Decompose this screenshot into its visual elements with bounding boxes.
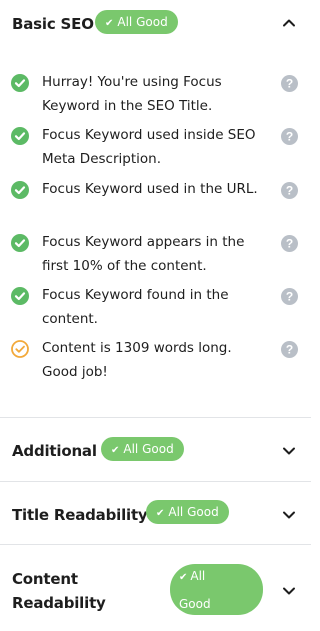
question-circle-icon[interactable]: ? [281, 288, 298, 305]
chevron-up-icon[interactable] [281, 15, 297, 31]
chevron-down-icon[interactable] [281, 583, 297, 599]
additional-badge-label: All Good [123, 442, 174, 456]
checklist-item-text: Focus Keyword found in the content. [42, 287, 229, 327]
content-readability-title: Content Readability [12, 567, 106, 615]
content-readability-title-line2: Readability [12, 594, 106, 612]
seo-analysis-panel: Basic SEO ✔ All Good Hurray! You're using… [0, 0, 311, 631]
question-circle-icon[interactable]: ? [281, 128, 298, 145]
check-circle-outline-icon [11, 340, 29, 358]
content-readability-badge-line2: Good [179, 597, 211, 611]
question-circle-icon[interactable]: ? [281, 341, 298, 358]
title-readability-header[interactable]: Title Readability ✔ All Good [0, 482, 311, 544]
content-readability-badge-line1: All [190, 569, 206, 583]
check-circle-icon [11, 234, 29, 252]
checklist-item-text: Content is 1309 words long. Good job! [42, 340, 232, 380]
title-readability-badge-label: All Good [168, 505, 219, 519]
check-circle-icon [11, 74, 29, 92]
question-circle-icon[interactable]: ? [281, 182, 298, 199]
content-readability-title-line1: Content [12, 570, 78, 588]
check-icon: ✔ [179, 572, 188, 583]
checklist-item: Focus Keyword found in the content.? [0, 285, 311, 333]
basic-seo-status-badge: ✔ All Good [95, 10, 178, 34]
svg-text:?: ? [286, 290, 293, 304]
additional-title: Additional [12, 442, 97, 460]
question-circle-icon[interactable]: ? [281, 75, 298, 92]
basic-seo-header[interactable]: Basic SEO ✔ All Good [0, 0, 311, 48]
content-readability-status-badge: ✔ All Good [170, 564, 263, 615]
svg-text:?: ? [286, 184, 293, 198]
basic-seo-title: Basic SEO [12, 15, 94, 33]
chevron-down-icon[interactable] [281, 443, 297, 459]
svg-text:?: ? [286, 237, 293, 251]
title-readability-status-badge: ✔ All Good [146, 500, 229, 524]
checklist-item: Focus Keyword appears in the first 10% o… [0, 232, 311, 280]
svg-text:?: ? [286, 343, 293, 357]
checklist-item-text: Focus Keyword used inside SEO Meta Descr… [42, 127, 256, 167]
additional-status-badge: ✔ All Good [101, 437, 184, 461]
basic-seo-badge-label: All Good [117, 15, 168, 29]
question-circle-icon[interactable]: ? [281, 235, 298, 252]
content-readability-header[interactable]: Content Readability [0, 545, 311, 631]
checklist-item: Content is 1309 words long. Good job!? [0, 338, 311, 386]
check-circle-icon [11, 127, 29, 145]
title-readability-title: Title Readability [12, 506, 148, 524]
checklist-item-text: Hurray! You're using Focus Keyword in th… [42, 74, 222, 114]
svg-text:?: ? [286, 130, 293, 144]
check-circle-icon [11, 181, 29, 199]
check-circle-icon [11, 287, 29, 305]
checklist-item-text: Focus Keyword used in the URL. [42, 181, 258, 197]
svg-text:?: ? [286, 77, 293, 91]
checklist-item-text: Focus Keyword appears in the first 10% o… [42, 234, 245, 274]
check-icon: ✔ [156, 508, 165, 519]
checklist-item: Focus Keyword used inside SEO Meta Descr… [0, 125, 311, 173]
check-icon: ✔ [111, 445, 120, 456]
chevron-down-icon[interactable] [281, 507, 297, 523]
checklist-item: Focus Keyword used in the URL.? [0, 179, 311, 227]
checklist-item: Hurray! You're using Focus Keyword in th… [0, 72, 311, 120]
check-icon: ✔ [105, 18, 114, 29]
additional-header[interactable]: Additional ✔ All Good [0, 418, 311, 481]
